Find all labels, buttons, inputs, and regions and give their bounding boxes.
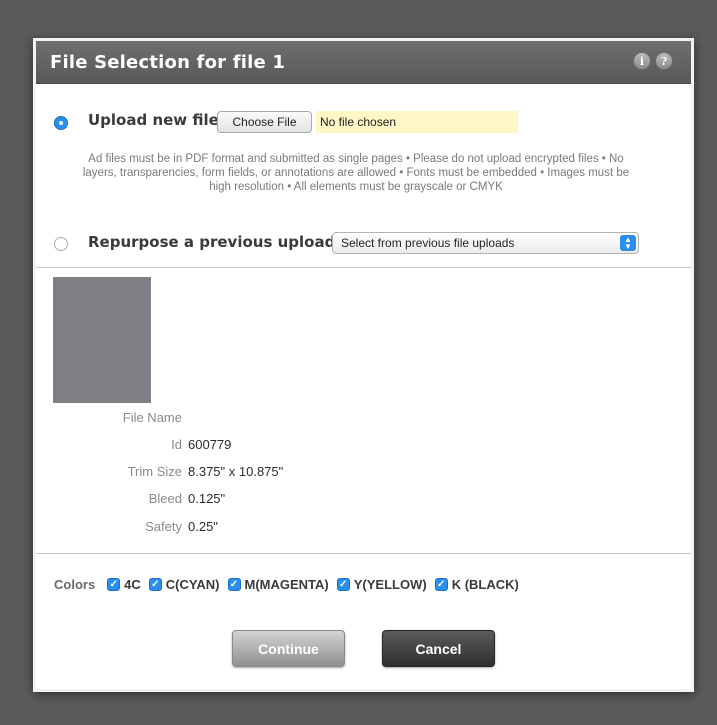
colors-row: Colors ✓ 4C ✓ C(CYAN) ✓ M(MAGENTA) ✓ Y(Y… xyxy=(54,574,527,594)
color-option-yellow[interactable]: ✓ Y(YELLOW) xyxy=(336,576,427,592)
info-icon[interactable]: i xyxy=(633,52,651,70)
file-name-row: File Name xyxy=(36,410,676,430)
divider-top xyxy=(36,267,691,268)
id-value: 600779 xyxy=(188,437,232,452)
upload-new-radio[interactable] xyxy=(54,116,68,130)
trim-size-value: 8.375" x 10.875" xyxy=(188,464,284,479)
repurpose-radio[interactable] xyxy=(54,237,68,251)
color-option-label: C(CYAN) xyxy=(165,576,220,592)
file-name-label: File Name xyxy=(122,410,182,425)
color-option-label: 4C xyxy=(124,576,141,592)
colors-label: Colors xyxy=(54,576,96,592)
repurpose-label: Repurpose a previous upload xyxy=(88,233,336,251)
id-row: Id 600779 xyxy=(36,437,676,457)
safety-row: Safety 0.25" xyxy=(36,519,676,539)
file-status-text: No file chosen xyxy=(316,111,518,133)
color-option-black[interactable]: ✓ K (BLACK) xyxy=(434,576,519,592)
color-option-4c[interactable]: ✓ 4C xyxy=(107,577,141,592)
checkbox-checked-icon[interactable]: ✓ xyxy=(107,577,121,591)
color-option-label: Y(YELLOW) xyxy=(353,576,427,592)
checkbox-checked-icon[interactable]: ✓ xyxy=(148,577,162,591)
checkbox-checked-icon[interactable]: ✓ xyxy=(227,577,241,591)
color-option-label: K (BLACK) xyxy=(451,576,519,592)
bleed-row: Bleed 0.125" xyxy=(36,491,676,511)
trim-size-label: Trim Size xyxy=(127,464,182,479)
trim-size-row: Trim Size 8.375" x 10.875" xyxy=(36,464,676,484)
checkbox-checked-icon[interactable]: ✓ xyxy=(336,577,350,591)
checkbox-checked-icon[interactable]: ✓ xyxy=(434,577,448,591)
file-requirements-notice: Ad files must be in PDF format and submi… xyxy=(82,153,630,193)
color-option-cyan[interactable]: ✓ C(CYAN) xyxy=(148,576,220,592)
safety-label: Safety xyxy=(145,519,182,534)
divider-bottom xyxy=(36,553,691,554)
id-label: Id xyxy=(171,437,182,452)
select-arrows-icon: ▲ ▼ xyxy=(620,235,636,251)
file-selection-dialog: File Selection for file 1 i ? Upload new… xyxy=(33,38,694,692)
dialog-titlebar: File Selection for file 1 i ? xyxy=(36,41,691,84)
previous-uploads-select[interactable]: Select from previous file uploads ▲ ▼ xyxy=(332,232,639,254)
continue-button[interactable]: Continue xyxy=(232,630,345,667)
dialog-title: File Selection for file 1 xyxy=(50,52,286,73)
help-icon[interactable]: ? xyxy=(655,52,673,70)
cancel-button[interactable]: Cancel xyxy=(382,630,495,667)
color-option-label: M(MAGENTA) xyxy=(244,576,329,592)
previous-uploads-select-value: Select from previous file uploads xyxy=(341,236,515,250)
choose-file-button[interactable]: Choose File xyxy=(217,111,312,133)
bleed-label: Bleed xyxy=(148,491,182,506)
upload-new-label: Upload new file xyxy=(88,111,219,129)
safety-value: 0.25" xyxy=(188,519,218,534)
bleed-value: 0.125" xyxy=(188,491,226,506)
title-icons: i ? xyxy=(633,52,673,70)
file-thumbnail xyxy=(53,277,151,403)
color-option-magenta[interactable]: ✓ M(MAGENTA) xyxy=(227,576,329,592)
